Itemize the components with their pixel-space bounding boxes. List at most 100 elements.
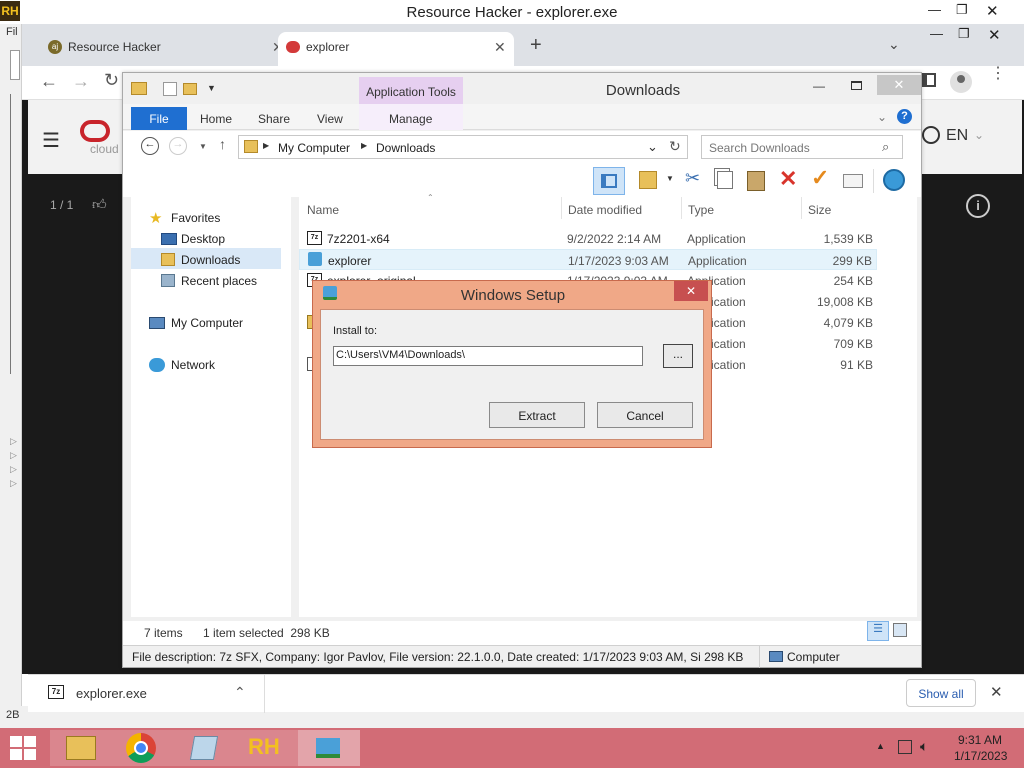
show-hidden-icons-chevron-icon[interactable]: ▲ <box>876 741 885 751</box>
globe-network-icon[interactable] <box>883 169 905 191</box>
search-icon[interactable]: ⌕ <box>882 139 889 155</box>
hamburger-menu-icon[interactable]: ☰ <box>42 128 60 153</box>
show-all-button[interactable]: Show all <box>906 679 976 707</box>
table-row[interactable]: explorer 1/17/2023 9:03 AM Application 2… <box>299 249 877 270</box>
explorer-folder-icon[interactable] <box>131 82 147 95</box>
download-filename[interactable]: explorer.exe <box>76 686 147 701</box>
address-history-chevron-icon[interactable]: ⌄ <box>647 139 658 155</box>
dialog-close-button[interactable]: ✕ <box>674 281 708 301</box>
browser-close-button[interactable]: ✕ <box>988 26 1001 44</box>
forward-circle-icon[interactable]: → <box>169 137 187 155</box>
close-download-bar-icon[interactable]: ✕ <box>990 683 1003 701</box>
clock-time[interactable]: 9:31 AM <box>958 733 1002 747</box>
network-tray-icon[interactable] <box>898 740 912 754</box>
refresh-icon[interactable]: ↻ <box>669 138 681 155</box>
column-header-type[interactable]: Type <box>688 203 714 217</box>
details-view-icon[interactable]: ☰ <box>867 621 889 641</box>
nav-desktop[interactable]: Desktop <box>181 232 225 246</box>
new-tab-button[interactable]: + <box>530 34 542 57</box>
table-row[interactable]: 7z 7z2201-x64 9/2/2022 2:14 AM Applicati… <box>299 228 877 249</box>
copy-icon[interactable] <box>717 171 733 189</box>
taskbar-notepad-button[interactable] <box>174 730 236 766</box>
tab-resource-hacker[interactable]: aj Resource Hacker ✕ <box>40 32 284 66</box>
thumbs-up-icon[interactable]: 👍︎ <box>92 196 107 213</box>
download-options-chevron-up-icon[interactable]: ⌃ <box>234 684 246 701</box>
tab-share[interactable]: Share <box>258 112 290 126</box>
browser-restore-button[interactable]: ❐ <box>958 26 970 42</box>
navigation-pane: ★ Favorites Desktop Downloads Recent pla… <box>131 197 291 617</box>
rh-close-button[interactable]: ✕ <box>986 2 999 20</box>
close-tab-icon[interactable]: ✕ <box>494 39 506 56</box>
explorer-close-button[interactable]: ✕ <box>877 75 921 95</box>
quick-access-chevron-down-icon[interactable]: ▼ <box>207 83 216 93</box>
browse-button[interactable]: ... <box>663 344 693 368</box>
new-folder-icon[interactable] <box>183 83 197 95</box>
back-circle-icon[interactable]: ← <box>141 137 159 155</box>
tab-application-tools[interactable]: Application Tools <box>359 77 463 105</box>
rh-tree-expanders[interactable]: ▷ ▷ ▷ ▷ <box>10 434 17 490</box>
rename-check-icon[interactable]: ✓ <box>811 165 829 191</box>
site-logo[interactable] <box>80 120 110 142</box>
language-selector[interactable]: EN <box>946 127 968 145</box>
expand-ribbon-chevron-icon[interactable]: ⌄ <box>877 110 887 124</box>
properties-card-icon[interactable] <box>843 174 863 188</box>
large-icons-view-icon[interactable] <box>893 623 907 637</box>
profile-avatar[interactable] <box>950 71 972 93</box>
properties-icon[interactable] <box>163 82 177 96</box>
tab-home[interactable]: Home <box>200 112 232 126</box>
delete-icon[interactable]: ✕ <box>779 166 797 192</box>
language-chevron-down-icon[interactable]: ⌄ <box>974 128 984 142</box>
paste-icon[interactable] <box>747 171 765 191</box>
select-folder-icon[interactable] <box>639 171 657 189</box>
taskbar-setup-button[interactable] <box>298 730 360 766</box>
browser-window-icon[interactable] <box>922 73 936 87</box>
column-header-name[interactable]: Name <box>307 203 339 217</box>
clock-date[interactable]: 1/17/2023 <box>954 749 1007 763</box>
explorer-minimize-button[interactable]: — <box>813 79 825 93</box>
nav-network[interactable]: Network <box>171 358 215 372</box>
browser-menu-icon[interactable]: ⋮ <box>990 66 1006 82</box>
select-chevron-down-icon[interactable]: ▼ <box>666 174 674 183</box>
info-icon[interactable]: i <box>966 194 990 218</box>
recent-locations-chevron-icon[interactable]: ▼ <box>199 142 207 151</box>
preview-pane-icon[interactable] <box>593 167 625 195</box>
explorer-maximize-button[interactable] <box>851 81 862 90</box>
column-header-size[interactable]: Size <box>808 203 831 217</box>
extract-button[interactable]: Extract <box>489 402 585 428</box>
reload-icon[interactable]: ↻ <box>104 70 119 91</box>
cut-icon[interactable]: ✂ <box>685 168 700 189</box>
rh-restore-button[interactable]: ❐ <box>956 2 968 18</box>
up-arrow-icon[interactable]: ↑ <box>219 136 226 152</box>
browser-minimize-button[interactable]: — <box>930 26 943 41</box>
taskbar-file-explorer-button[interactable] <box>50 730 112 766</box>
column-header-date[interactable]: Date modified <box>568 203 642 217</box>
tab-file[interactable]: File <box>131 107 187 130</box>
search-input[interactable]: Search Downloads ⌕ <box>701 135 903 159</box>
breadcrumb-separator-icon[interactable]: ▶ <box>361 141 367 150</box>
nav-recent-places[interactable]: Recent places <box>181 274 257 288</box>
nav-my-computer[interactable]: My Computer <box>171 316 243 330</box>
taskbar-resource-hacker-button[interactable]: RH <box>236 730 298 766</box>
tab-view[interactable]: View <box>317 112 343 126</box>
tab-search-chevron-down-icon[interactable]: ⌄ <box>888 36 900 53</box>
volume-icon[interactable]: 🔈︎ <box>920 738 928 755</box>
nav-downloads[interactable]: Downloads <box>181 253 240 267</box>
breadcrumb-my-computer[interactable]: My Computer <box>278 141 350 155</box>
start-windows-icon[interactable] <box>10 736 36 760</box>
install-path-field[interactable]: C:\Users\VM4\Downloads\ <box>333 346 643 366</box>
cancel-button[interactable]: Cancel <box>597 402 693 428</box>
address-input[interactable]: ▶ My Computer ▶ Downloads ⌄ ↻ <box>238 135 688 159</box>
rh-minimize-button[interactable]: — <box>928 2 941 17</box>
rh-scrollbar[interactable] <box>10 94 11 374</box>
help-icon[interactable]: ? <box>897 109 912 124</box>
breadcrumb-separator-icon[interactable]: ▶ <box>263 141 269 150</box>
tab-explorer[interactable]: explorer ✕ <box>278 32 514 66</box>
forward-arrow-icon[interactable]: → <box>72 71 90 92</box>
globe-icon[interactable] <box>922 126 940 144</box>
taskbar-chrome-button[interactable] <box>112 730 174 766</box>
rh-menu-file[interactable]: Fil <box>6 26 18 38</box>
nav-favorites[interactable]: Favorites <box>171 211 220 225</box>
back-arrow-icon[interactable]: ← <box>40 71 58 92</box>
breadcrumb-downloads[interactable]: Downloads <box>376 141 435 155</box>
tab-manage[interactable]: Manage <box>389 112 432 126</box>
